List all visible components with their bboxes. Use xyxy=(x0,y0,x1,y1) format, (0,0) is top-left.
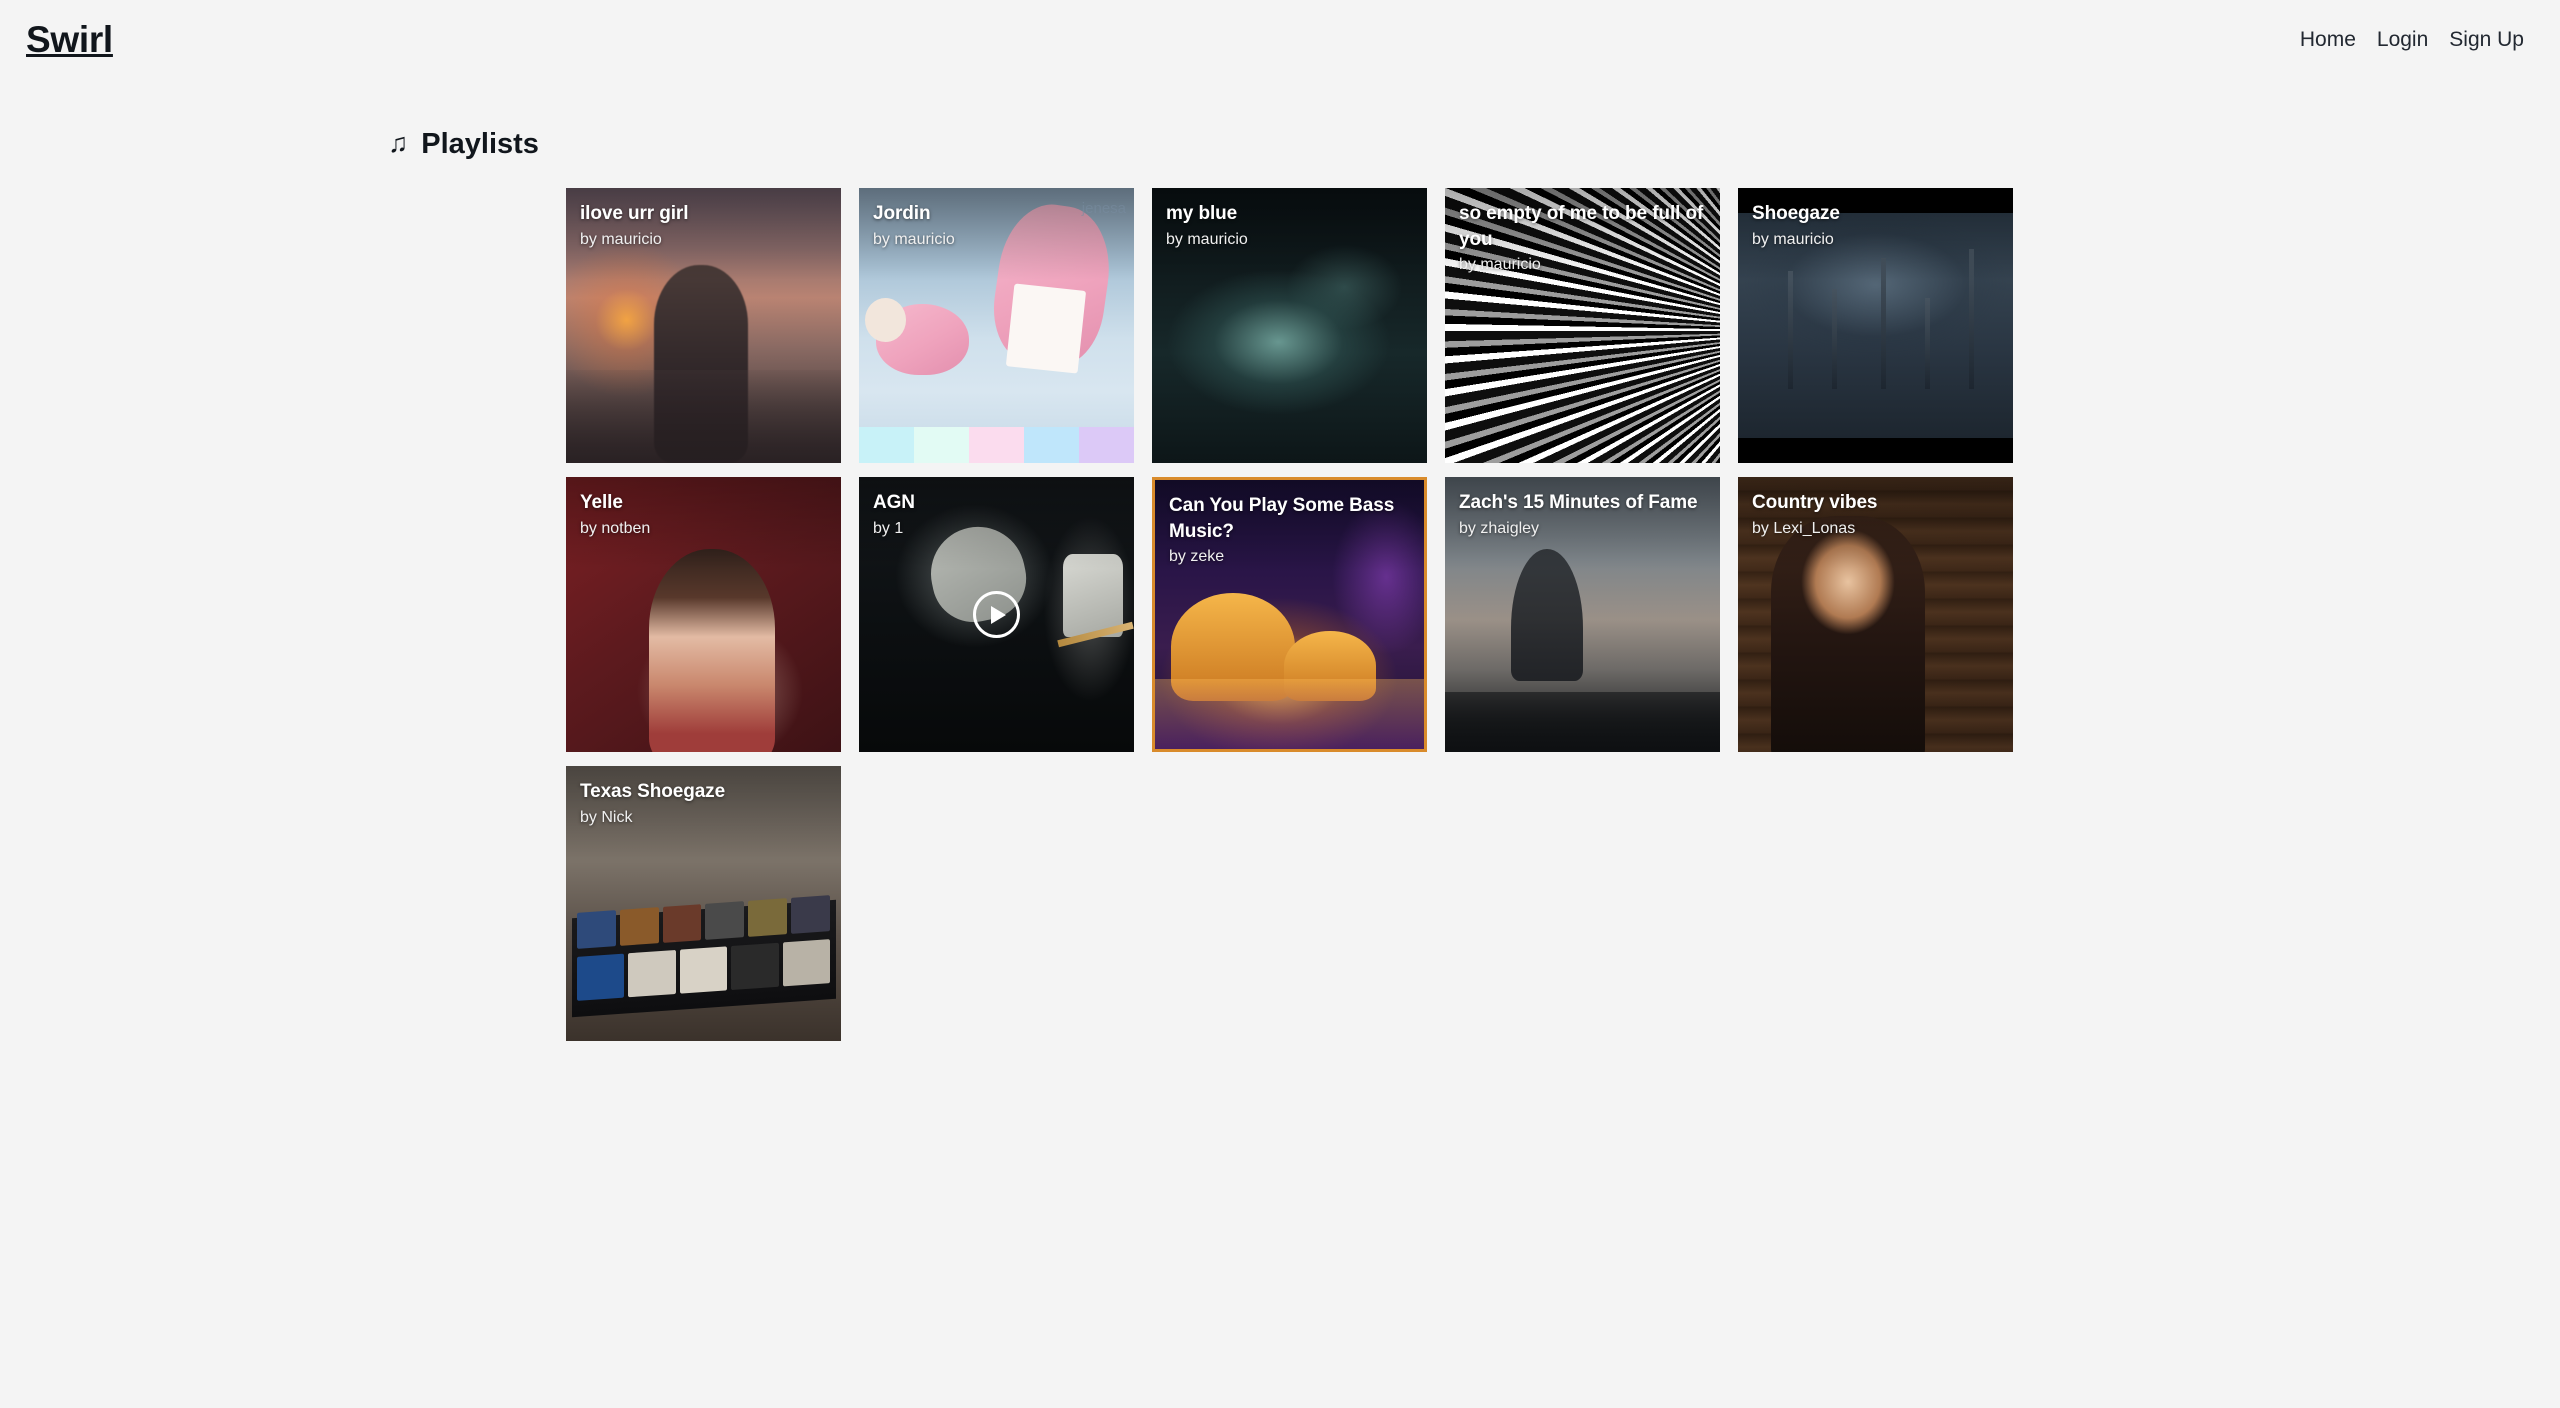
playlist-meta: Country vibes by Lexi_Lonas xyxy=(1752,490,1999,539)
playlist-meta: Yelle by notben xyxy=(580,490,827,539)
playlist-author: by zhaigley xyxy=(1459,519,1540,537)
playlist-title: Shoegaze xyxy=(1752,203,1840,224)
playlist-card[interactable]: Yelle by notben xyxy=(566,477,841,752)
playlist-meta: my blue by mauricio xyxy=(1166,201,1413,250)
playlist-author: by mauricio xyxy=(1166,230,1248,248)
top-navbar: Swirl Home Login Sign Up xyxy=(0,0,2560,78)
playlist-author: by mauricio xyxy=(873,230,955,248)
page-content: ♫ Playlists ilove urr girl by mauricio j… xyxy=(0,78,2560,1041)
playlist-title: Yelle xyxy=(580,492,623,513)
playlist-meta: Jordin by mauricio xyxy=(873,201,1120,250)
playlist-meta: Can You Play Some Bass Music? by zeke xyxy=(1169,493,1410,568)
playlist-card[interactable]: Zach's 15 Minutes of Fame by zhaigley xyxy=(1445,477,1720,752)
playlist-author: by notben xyxy=(580,519,651,537)
playlist-title: Country vibes xyxy=(1752,492,1878,513)
playlist-card[interactable]: jenesa Jordin by mauricio xyxy=(859,188,1134,463)
playlist-author: by mauricio xyxy=(1459,256,1541,274)
playlist-author: by Lexi_Lonas xyxy=(1752,519,1856,537)
playlist-author: by mauricio xyxy=(580,230,662,248)
playlist-card-selected[interactable]: Can You Play Some Bass Music? by zeke xyxy=(1152,477,1427,752)
playlist-meta: so empty of me to be full of you by maur… xyxy=(1459,201,1706,276)
playlist-card[interactable]: Texas Shoegaze by Nick xyxy=(566,766,841,1041)
playlist-title: ilove urr girl xyxy=(580,203,689,224)
playlist-meta: Shoegaze by mauricio xyxy=(1752,201,1999,250)
playlist-title: so empty of me to be full of you xyxy=(1459,203,1704,250)
play-icon xyxy=(973,591,1020,638)
playlist-author: by zeke xyxy=(1169,548,1225,566)
playlist-card[interactable]: AGN by 1 xyxy=(859,477,1134,752)
nav-link-signup[interactable]: Sign Up xyxy=(2449,29,2524,50)
swatch xyxy=(969,427,1024,463)
playlist-title: Jordin xyxy=(873,203,931,224)
playlist-card[interactable]: my blue by mauricio xyxy=(1152,188,1427,463)
playlist-author: by mauricio xyxy=(1752,230,1834,248)
playlist-card[interactable]: so empty of me to be full of you by maur… xyxy=(1445,188,1720,463)
playlist-card[interactable]: Country vibes by Lexi_Lonas xyxy=(1738,477,2013,752)
swatch xyxy=(914,427,969,463)
playlist-card[interactable]: ilove urr girl by mauricio xyxy=(566,188,841,463)
page-title-label: Playlists xyxy=(421,128,539,160)
playlist-title: Texas Shoegaze xyxy=(580,781,726,802)
playlist-grid: ilove urr girl by mauricio jenesa Jordin… xyxy=(566,188,2560,1041)
playlist-title: Can You Play Some Bass Music? xyxy=(1169,495,1395,542)
nav-link-login[interactable]: Login xyxy=(2377,29,2428,50)
playlist-card[interactable]: Shoegaze by mauricio xyxy=(1738,188,2013,463)
swatch xyxy=(1079,427,1134,463)
music-note-icon: ♫ xyxy=(388,128,409,158)
nav-link-home[interactable]: Home xyxy=(2300,29,2356,50)
swatch xyxy=(1024,427,1079,463)
page-title: ♫ Playlists xyxy=(388,128,2560,161)
playlist-meta: ilove urr girl by mauricio xyxy=(580,201,827,250)
swatch xyxy=(859,427,914,463)
playlist-title: my blue xyxy=(1166,203,1238,224)
playlist-meta: Texas Shoegaze by Nick xyxy=(580,779,827,828)
play-button[interactable] xyxy=(859,477,1134,752)
playlist-author: by Nick xyxy=(580,808,633,826)
nav-links: Home Login Sign Up xyxy=(2300,29,2524,50)
playlist-title: Zach's 15 Minutes of Fame xyxy=(1459,492,1698,513)
brand-logo[interactable]: Swirl xyxy=(26,21,113,58)
cover-color-swatches xyxy=(859,427,1134,463)
playlist-meta: Zach's 15 Minutes of Fame by zhaigley xyxy=(1459,490,1706,539)
